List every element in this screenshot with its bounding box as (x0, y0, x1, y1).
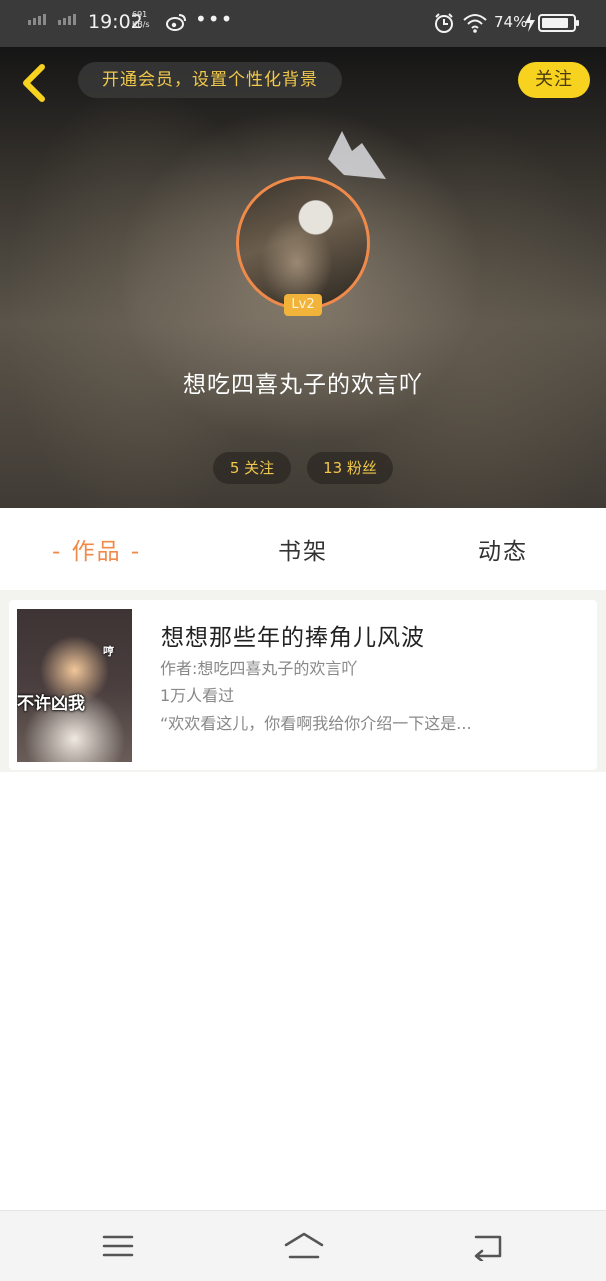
charging-icon (525, 12, 535, 32)
status-bar: 19:02 691 KB/s ••• 74% (0, 0, 606, 47)
followers-count[interactable]: 13 粉丝 (307, 452, 393, 484)
work-excerpt: “欢欢看这儿，你看啊我给你介绍一下这是... (160, 714, 472, 733)
list-item[interactable]: 哼 不许凶我 想想那些年的捧角儿风波 作者:想吃四喜丸子的欢言吖 1万人看过 “… (9, 600, 597, 770)
more-notifications-icon: ••• (195, 7, 234, 31)
following-count[interactable]: 5 关注 (213, 452, 291, 484)
tab-bookshelf[interactable]: 书架 (278, 532, 328, 566)
weibo-icon (166, 14, 186, 31)
cover-caption-bottom: 不许凶我 (17, 694, 85, 714)
back-button[interactable] (16, 61, 56, 105)
profile-tabs: - 作品 - 书架 动态 (0, 508, 606, 590)
work-author: 作者:想吃四喜丸子的欢言吖 (160, 659, 358, 678)
cover-caption-top: 哼 (103, 645, 114, 658)
work-views: 1万人看过 (160, 686, 235, 705)
level-badge: Lv2 (284, 294, 322, 316)
username: 想吃四喜丸子的欢言吖 (183, 372, 423, 398)
system-nav-bar (0, 1210, 606, 1281)
network-speed: 691 KB/s (132, 10, 150, 30)
home-icon[interactable] (282, 1231, 326, 1261)
signal-icon-2 (58, 14, 76, 25)
battery-icon (538, 14, 579, 32)
battery-percent: 74% (494, 13, 528, 31)
tab-activity[interactable]: 动态 (478, 532, 528, 566)
alarm-icon (435, 13, 453, 33)
avatar[interactable] (236, 176, 370, 310)
signal-icon (28, 14, 46, 25)
work-cover[interactable]: 哼 不许凶我 (17, 609, 132, 762)
profile-header: 开通会员，设置个性化背景 关注 Lv2 想吃四喜丸子的欢言吖 5 关注 13 粉… (0, 47, 606, 508)
work-title[interactable]: 想想那些年的捧角儿风波 (161, 618, 425, 652)
wifi-icon (463, 14, 487, 33)
follow-button[interactable]: 关注 (518, 62, 590, 98)
network-speed-value: 691 (132, 10, 148, 19)
return-icon[interactable] (468, 1231, 508, 1261)
menu-icon[interactable] (98, 1231, 138, 1261)
tab-works[interactable]: - 作品 - (52, 532, 141, 566)
network-speed-unit: KB/s (132, 20, 150, 29)
vip-banner[interactable]: 开通会员，设置个性化背景 (78, 62, 342, 98)
